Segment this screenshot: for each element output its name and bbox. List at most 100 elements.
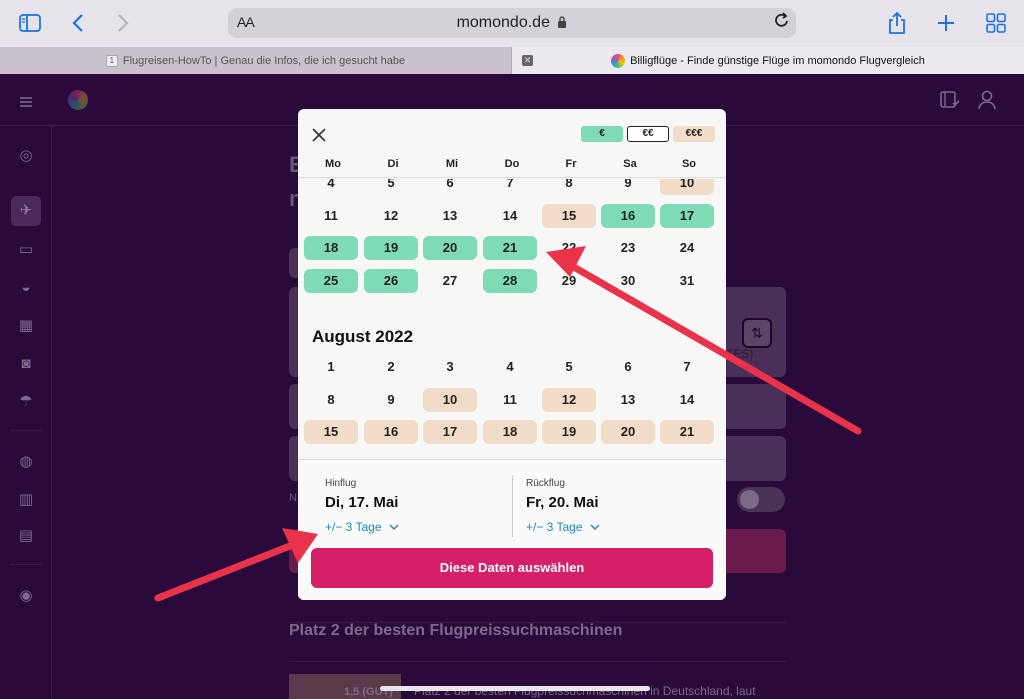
- address-bar[interactable]: AA momondo.de: [228, 8, 796, 38]
- close-tab-icon[interactable]: ✕: [522, 55, 533, 66]
- date-picker-modal: € €€ €€€ Mo Di Mi Do Fr Sa So August 202…: [298, 109, 726, 600]
- calendar-day[interactable]: 21: [483, 236, 537, 260]
- outbound-date[interactable]: Di, 17. Mai: [325, 494, 398, 511]
- outbound-flex-dropdown[interactable]: +/− 3 Tage: [325, 520, 399, 534]
- forward-icon[interactable]: [108, 8, 138, 38]
- calendar-day[interactable]: 5: [542, 355, 596, 379]
- share-icon[interactable]: [882, 8, 912, 38]
- calendar-day[interactable]: 18: [304, 236, 358, 260]
- outbound-label: Hinflug: [325, 478, 357, 489]
- calendar-grid[interactable]: August 2022 4 5 6 7 8 9 10 11 12 13 14 15 16 17 18 19 20…: [298, 179, 726, 459]
- camera-icon[interactable]: ◙: [14, 352, 38, 376]
- calendar-day[interactable]: 18: [483, 420, 537, 444]
- price-legend-cheap: €: [581, 126, 623, 142]
- calendar-day[interactable]: 17: [423, 420, 477, 444]
- calendar-day[interactable]: 24: [660, 236, 714, 260]
- select-dates-button[interactable]: Diese Daten auswählen: [311, 548, 713, 588]
- packages-icon[interactable]: ▦: [14, 314, 38, 338]
- calendar-day[interactable]: 26: [364, 268, 418, 293]
- tab-flugreisen-howto[interactable]: 1 Flugreisen-HowTo | Genau die Infos, di…: [0, 47, 512, 74]
- hotels-icon[interactable]: ▭: [14, 238, 38, 262]
- bg-divider: [289, 661, 786, 662]
- calendar-day[interactable]: 20: [423, 236, 477, 260]
- calendar-day[interactable]: 5: [364, 179, 418, 195]
- weekday-label: Mi: [445, 158, 459, 170]
- calendar-day[interactable]: 1: [304, 355, 358, 379]
- tab-title: Billigflüge - Finde günstige Flüge im mo…: [630, 54, 925, 67]
- calendar-day[interactable]: 29: [542, 269, 596, 293]
- tab-overview-icon[interactable]: [981, 8, 1011, 38]
- summary-divider: [512, 475, 513, 537]
- return-flex-label: +/− 3 Tage: [526, 520, 583, 534]
- calendar-day[interactable]: 13: [601, 388, 655, 412]
- calendar-day[interactable]: 19: [542, 420, 596, 444]
- calendar-day[interactable]: 9: [364, 388, 418, 412]
- momondo-logo[interactable]: [68, 90, 88, 110]
- calendar-day[interactable]: 3: [423, 355, 477, 379]
- sidebar: ◎ ✈ ▭ ◒ ▦ ◙ ☂ ◍ ▥ ▤ ◉: [0, 126, 52, 699]
- calendar-day[interactable]: 16: [364, 420, 418, 444]
- calendar-day[interactable]: 28: [483, 268, 537, 293]
- calendar-day[interactable]: 8: [542, 179, 596, 195]
- close-icon[interactable]: [312, 125, 326, 145]
- account-icon[interactable]: [978, 90, 996, 115]
- calendar-day[interactable]: 31: [660, 269, 714, 293]
- price-legend-expensive: €€€: [673, 126, 715, 142]
- calendar-day[interactable]: 23: [601, 236, 655, 260]
- calendar-day[interactable]: 12: [542, 387, 596, 412]
- calendar-day[interactable]: 15: [542, 203, 596, 228]
- calendar-day[interactable]: 9: [601, 179, 655, 195]
- calendar-day[interactable]: 10: [423, 387, 477, 412]
- calendar-day[interactable]: 16: [601, 203, 655, 228]
- return-date[interactable]: Fr, 20. Mai: [526, 494, 599, 511]
- calendar-day[interactable]: 6: [423, 179, 477, 195]
- calendar-day[interactable]: 19: [364, 236, 418, 260]
- calendar-day[interactable]: 11: [483, 388, 537, 412]
- calendar-day[interactable]: 17: [660, 203, 714, 228]
- bg-toggle-label: N: [289, 492, 297, 504]
- calendar-day[interactable]: 2: [364, 355, 418, 379]
- calendar-day[interactable]: 25: [304, 268, 358, 293]
- sidebar-divider: [10, 564, 42, 565]
- calendar-day[interactable]: 30: [601, 269, 655, 293]
- calendar-day[interactable]: 22: [542, 236, 596, 260]
- cars-icon[interactable]: ◒: [14, 276, 38, 300]
- calendar-day[interactable]: 11: [304, 204, 358, 228]
- tab-momondo[interactable]: ✕ Billigflüge - Finde günstige Flüge im …: [512, 47, 1024, 74]
- menu-icon[interactable]: [20, 94, 32, 112]
- globe-icon[interactable]: ◍: [14, 450, 38, 474]
- calendar-day[interactable]: 13: [423, 204, 477, 228]
- trips-sidebar-icon[interactable]: ▤: [14, 524, 38, 548]
- notifications-icon[interactable]: ◎: [14, 144, 38, 168]
- calendar-day[interactable]: 4: [483, 355, 537, 379]
- travel-icon[interactable]: ☂: [14, 390, 38, 414]
- profile-icon[interactable]: ◉: [14, 584, 38, 608]
- sidebar-icon[interactable]: [15, 8, 45, 38]
- weekday-label: Fr: [565, 158, 577, 170]
- calendar-day[interactable]: 20: [601, 420, 655, 444]
- calendar-day[interactable]: 21: [660, 420, 714, 444]
- calendar-day[interactable]: 8: [304, 388, 358, 412]
- calendar-day[interactable]: 7: [660, 355, 714, 379]
- calendar-day[interactable]: 4: [304, 179, 358, 195]
- return-flex-dropdown[interactable]: +/− 3 Tage: [526, 520, 600, 534]
- home-indicator: [380, 686, 650, 691]
- new-tab-icon[interactable]: [931, 8, 961, 38]
- calendar-day[interactable]: 6: [601, 355, 655, 379]
- calendar-day[interactable]: 14: [483, 204, 537, 228]
- calendar-day[interactable]: 27: [423, 269, 477, 293]
- sidebar-divider: [10, 430, 42, 431]
- calendar-day[interactable]: 10: [660, 179, 714, 195]
- back-icon[interactable]: [63, 8, 93, 38]
- calendar-day[interactable]: 7: [483, 179, 537, 195]
- map-icon[interactable]: ▥: [14, 488, 38, 512]
- return-label: Rückflug: [526, 478, 565, 489]
- calendar-day[interactable]: 12: [364, 204, 418, 228]
- calendar-day[interactable]: 15: [304, 420, 358, 444]
- reload-icon[interactable]: [774, 11, 790, 34]
- flights-icon[interactable]: ✈: [11, 196, 41, 226]
- trips-icon[interactable]: [940, 91, 960, 114]
- month-title-august: August 2022: [312, 327, 414, 346]
- calendar-day[interactable]: 14: [660, 388, 714, 412]
- weekday-label: Do: [504, 158, 520, 170]
